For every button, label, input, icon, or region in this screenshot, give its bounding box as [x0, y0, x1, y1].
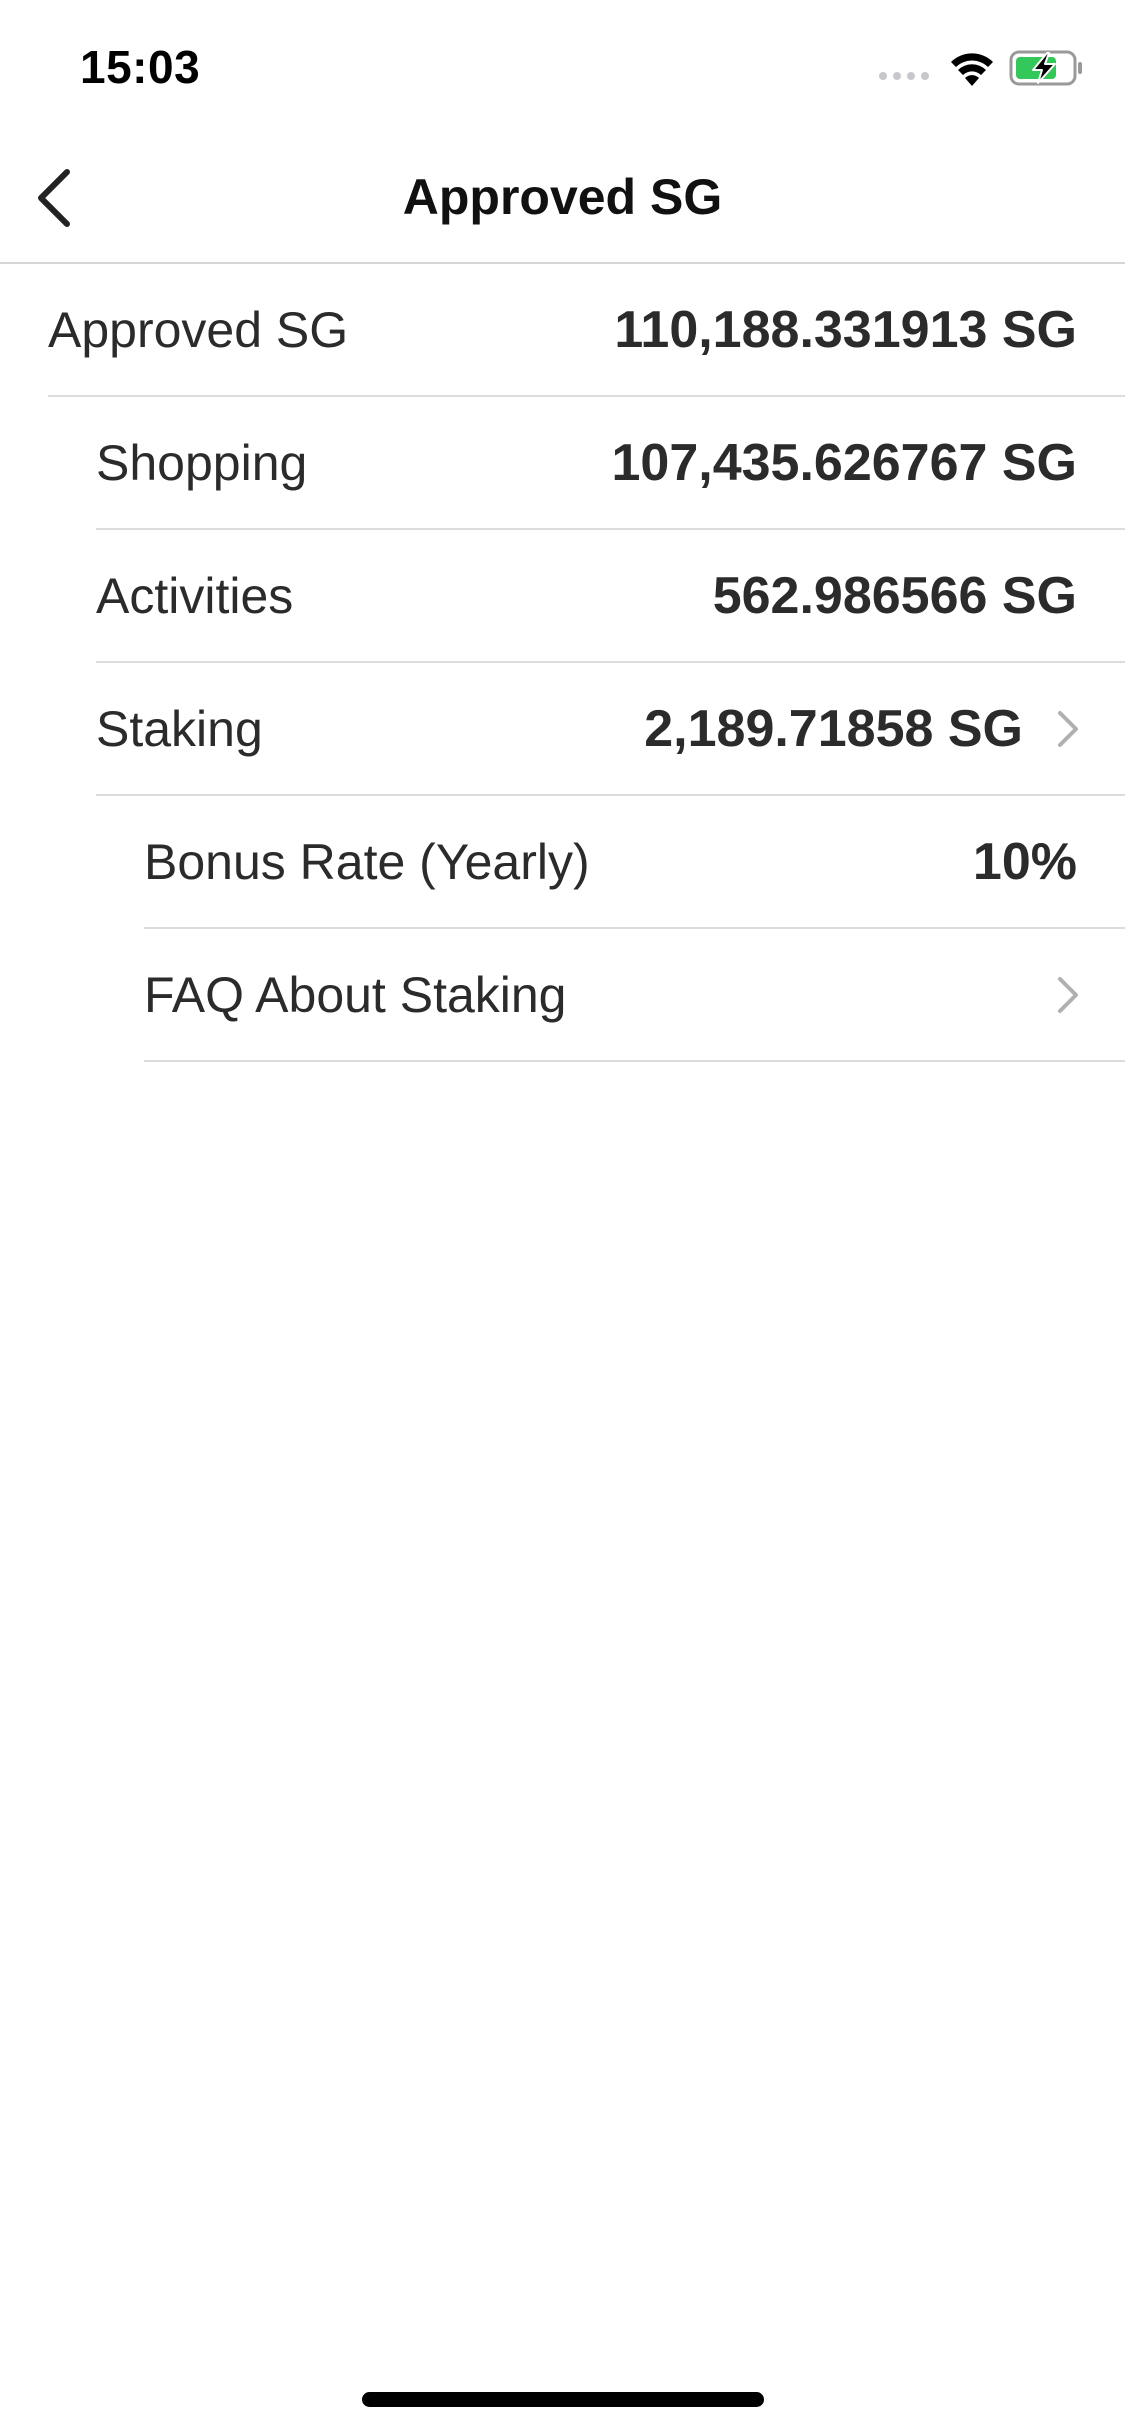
list-row-faq-staking[interactable]: FAQ About Staking: [144, 929, 1125, 1062]
row-label: Staking: [96, 700, 263, 757]
list-row-staking[interactable]: Staking 2,189.71858 SG: [96, 663, 1125, 796]
page-title: Approved SG: [402, 169, 723, 225]
list-row-approved-sg: Approved SG 110,188.331913 SG: [48, 264, 1125, 397]
row-value: 2,189.71858 SG: [644, 699, 1023, 758]
row-label: Shopping: [96, 434, 308, 491]
chevron-right-icon: [1058, 710, 1078, 747]
battery-charging-icon: [1009, 50, 1082, 86]
list-row-bonus-rate: Bonus Rate (Yearly) 10%: [144, 796, 1125, 929]
list-row-activities: Activities 562.986566 SG: [96, 530, 1125, 663]
row-value: 10%: [972, 832, 1077, 891]
row-value: 107,435.626767 SG: [611, 433, 1077, 492]
wifi-icon: [951, 53, 993, 86]
status-icons: [877, 46, 1085, 90]
approved-sg-list: Approved SG 110,188.331913 SG Shopping 1…: [0, 264, 1125, 1062]
cellular-signal-icon: [879, 72, 929, 80]
list-row-shopping: Shopping 107,435.626767 SG: [96, 397, 1125, 530]
row-value: 110,188.331913 SG: [614, 300, 1077, 359]
row-label: Bonus Rate (Yearly): [144, 833, 590, 890]
row-label: Activities: [96, 567, 294, 624]
row-value: 562.986566 SG: [712, 566, 1077, 625]
row-label: FAQ About Staking: [144, 966, 567, 1023]
app-screen: 15:03 Approved SG Approved SG 110,188.33…: [0, 0, 1125, 2436]
row-label: Approved SG: [48, 301, 349, 358]
home-indicator[interactable]: [362, 2392, 764, 2407]
status-time: 15:03: [80, 41, 201, 93]
navigation-bar: Approved SG: [0, 132, 1125, 264]
chevron-right-icon: [1058, 976, 1078, 1013]
status-bar: 15:03: [0, 0, 1125, 132]
